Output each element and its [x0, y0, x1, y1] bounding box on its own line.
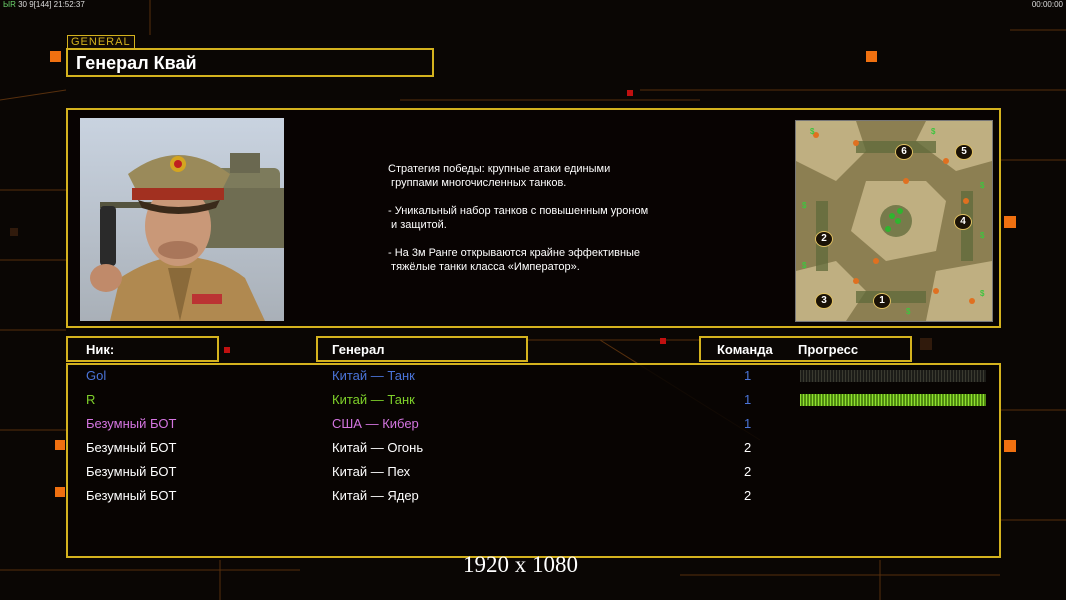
player-row[interactable]: Gol Китай — Танк 1: [68, 366, 999, 388]
player-general[interactable]: Китай — Танк: [332, 392, 415, 407]
player-row[interactable]: Безумный БОТ Китай — Огонь 2: [68, 438, 999, 460]
player-row[interactable]: Безумный БОТ Китай — Ядер 2: [68, 486, 999, 508]
map-start-4: 4: [954, 214, 972, 230]
player-general[interactable]: Китай — Танк: [332, 368, 415, 383]
player-progress-fill: [800, 394, 986, 406]
map-start-6: 6: [895, 144, 913, 160]
status-prefix: ЫR: [3, 0, 16, 9]
general-title: Генерал Квай: [76, 53, 197, 73]
status-bar-clock: 00:00:00: [1031, 0, 1063, 9]
header-team-label: Команда: [717, 342, 773, 357]
map-start-5: 5: [955, 144, 973, 160]
player-general[interactable]: Китай — Ядер: [332, 488, 419, 503]
player-nick: Безумный БОТ: [86, 440, 177, 455]
header-progress-label: Прогресс: [798, 342, 859, 357]
header-nick: Ник:: [66, 336, 219, 362]
player-row[interactable]: R Китай — Танк 1: [68, 390, 999, 412]
header-general: Генерал: [316, 336, 528, 362]
header-general-label: Генерал: [332, 342, 385, 357]
general-portrait: [80, 118, 284, 321]
player-team[interactable]: 1: [744, 368, 751, 383]
map-preview[interactable]: 6 5 4 2 3 1 $ $ $ $ $ $ $ $: [795, 120, 993, 322]
player-general[interactable]: Китай — Пех: [332, 464, 410, 479]
map-money-icon: $: [980, 289, 985, 298]
player-general[interactable]: Китай — Огонь: [332, 440, 423, 455]
map-money-icon: $: [810, 127, 815, 136]
map-money-icon: $: [980, 181, 985, 190]
resolution-caption: 1920 x 1080: [463, 552, 578, 577]
status-bar-left: ЫR 30 9[144] 21:52:37: [3, 0, 85, 9]
player-progress-bar: [800, 370, 986, 382]
player-nick: Безумный БОТ: [86, 416, 177, 431]
player-row[interactable]: Безумный БОТ США — Кибер 1: [68, 414, 999, 436]
header-team-progress: Команда Прогресс: [699, 336, 912, 362]
player-nick: Gol: [86, 368, 107, 383]
players-table: Gol Китай — Танк 1 R Китай — Танк 1 Безумный Б…: [66, 363, 1001, 558]
player-team[interactable]: 2: [744, 440, 751, 455]
strategy-description: Стратегия победы: крупные атаки едиными …: [388, 163, 649, 273]
map-start-3: 3: [815, 293, 833, 309]
player-team[interactable]: 2: [744, 488, 751, 503]
player-progress-bar: [800, 394, 986, 406]
player-nick: R: [86, 392, 96, 407]
player-row[interactable]: Безумный БОТ Китай — Пех 2: [68, 462, 999, 484]
player-nick: Безумный БОТ: [86, 488, 177, 503]
general-info-panel: Стратегия победы: крупные атаки едиными …: [66, 108, 1001, 328]
general-title-box: Генерал Квай: [66, 48, 434, 77]
map-start-2: 2: [815, 231, 833, 247]
general-tag: GENERAL: [67, 35, 135, 49]
player-general[interactable]: США — Кибер: [332, 416, 419, 431]
map-money-icon: $: [802, 201, 807, 210]
status-info: 30 9[144] 21:52:37: [18, 0, 85, 9]
map-money-icon: $: [906, 307, 911, 316]
player-team[interactable]: 1: [744, 392, 751, 407]
header-nick-label: Ник:: [86, 342, 115, 357]
map-money-icon: $: [802, 261, 807, 270]
map-money-icon: $: [980, 231, 985, 240]
player-nick: Безумный БОТ: [86, 464, 177, 479]
player-team[interactable]: 1: [744, 416, 751, 431]
map-start-1: 1: [873, 293, 891, 309]
player-team[interactable]: 2: [744, 464, 751, 479]
map-money-icon: $: [931, 127, 936, 136]
